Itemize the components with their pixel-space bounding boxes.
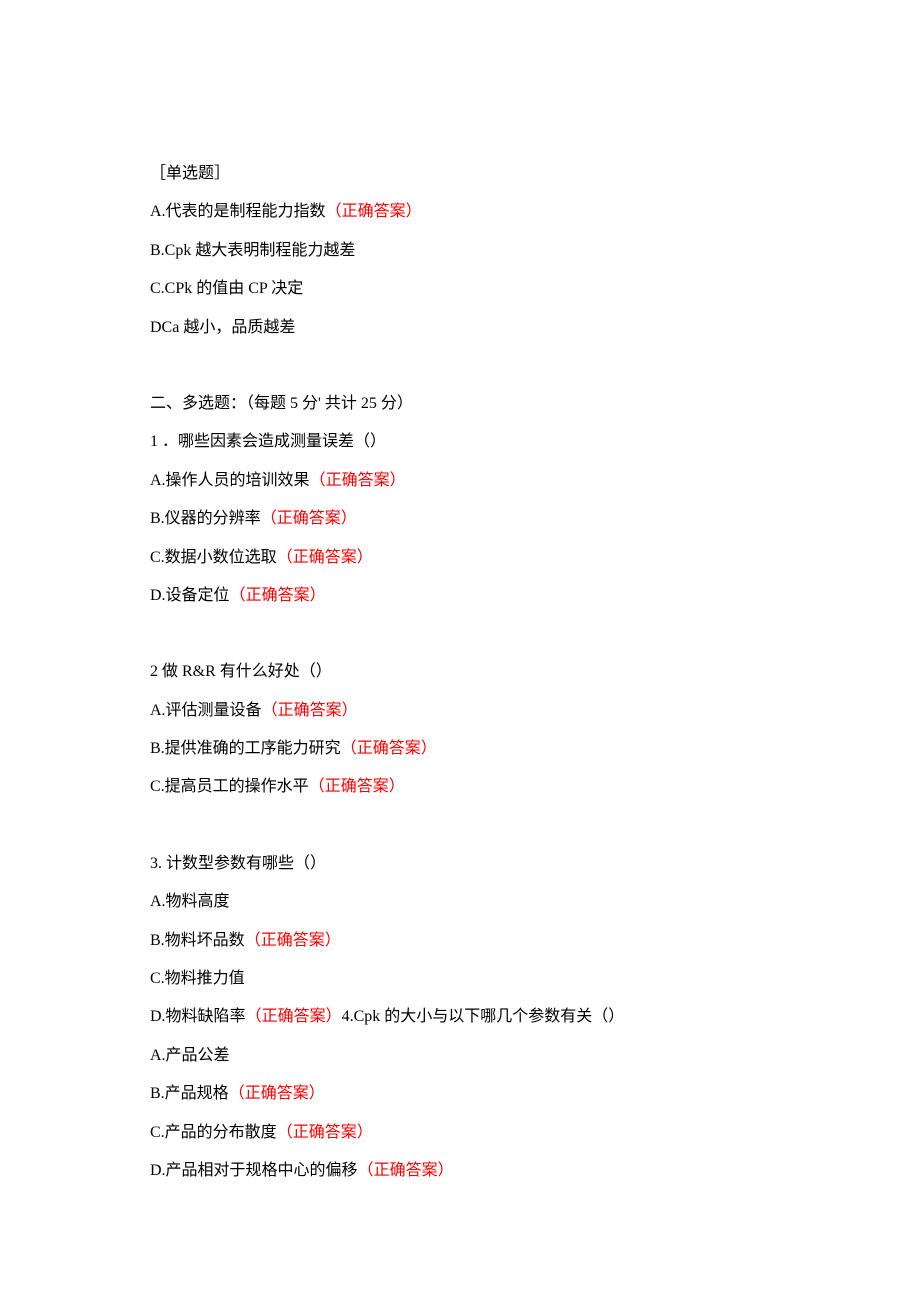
correct-answer-label: （正确答案） [262,702,358,719]
section-header: 二、多选题：（每题 5 分' 共计 25 分） [150,385,800,423]
question-prompt-inline: 4.Cpk 的大小与以下哪几个参数有关（） [342,1008,625,1025]
option-b: B.Cpk 越大表明制程能力越差 [150,232,800,270]
option-c: C.CPk 的值由 CP 决定 [150,270,800,308]
option-d-text: D.产品相对于规格中心的偏移 [150,1162,358,1179]
option-a: A.评估测量设备（正确答案） [150,692,800,730]
option-c: C.数据小数位选取（正确答案） [150,539,800,577]
option-c-text: C.产品的分布散度 [150,1124,277,1141]
option-b: B.提供准确的工序能力研究（正确答案） [150,730,800,768]
correct-answer-label: （正确答案） [341,740,437,757]
correct-answer-label: （正确答案） [229,1085,325,1102]
option-c: C.产品的分布散度（正确答案） [150,1114,800,1152]
option-d-text: D.设备定位 [150,587,230,604]
correct-answer-label: （正确答案） [277,549,373,566]
correct-answer-label: （正确答案） [358,1162,454,1179]
option-c: C.物料推力值 [150,960,800,998]
option-a-text: A.评估测量设备 [150,702,262,719]
correct-answer-label: （正确答案） [326,203,422,220]
question-prompt: 3. 计数型参数有哪些（） [150,845,800,883]
option-a-text: A.代表的是制程能力指数 [150,203,326,220]
correct-answer-label: （正确答案） [310,472,406,489]
option-b-text: B.产品规格 [150,1085,229,1102]
option-d: D.设备定位（正确答案） [150,577,800,615]
option-a: A.操作人员的培训效果（正确答案） [150,462,800,500]
option-c-text: C.数据小数位选取 [150,549,277,566]
correct-answer-label: （正确答案） [245,932,341,949]
option-b-text: B.物料坏品数 [150,932,245,949]
option-a-text: A.操作人员的培训效果 [150,472,310,489]
option-d: DCa 越小，品质越差 [150,309,800,347]
option-b-text: B.提供准确的工序能力研究 [150,740,341,757]
option-c: C.提高员工的操作水平（正确答案） [150,768,800,806]
correct-answer-label: （正确答案） [309,778,405,795]
option-d-text: D.物料缺陷率 [150,1008,246,1025]
option-a: A.物料高度 [150,883,800,921]
option-d-and-q4-prompt: D.物料缺陷率（正确答案）4.Cpk 的大小与以下哪几个参数有关（） [150,998,800,1036]
option-d: D.产品相对于规格中心的偏移（正确答案） [150,1152,800,1190]
option-b: B.产品规格（正确答案） [150,1075,800,1113]
option-a: A.产品公差 [150,1037,800,1075]
correct-answer-label: （正确答案） [230,587,326,604]
question-prompt: 2 做 R&R 有什么好处（） [150,653,800,691]
correct-answer-label: （正确答案） [246,1008,342,1025]
option-b: B.仪器的分辨率（正确答案） [150,500,800,538]
option-c-text: C.提高员工的操作水平 [150,778,309,795]
correct-answer-label: （正确答案） [261,510,357,527]
question-type-header: ［单选题］ [150,155,800,193]
option-b-text: B.仪器的分辨率 [150,510,261,527]
option-b: B.物料坏品数（正确答案） [150,922,800,960]
correct-answer-label: （正确答案） [277,1124,373,1141]
question-prompt: 1 ．哪些因素会造成测量误差（） [150,423,800,461]
option-a: A.代表的是制程能力指数（正确答案） [150,193,800,231]
